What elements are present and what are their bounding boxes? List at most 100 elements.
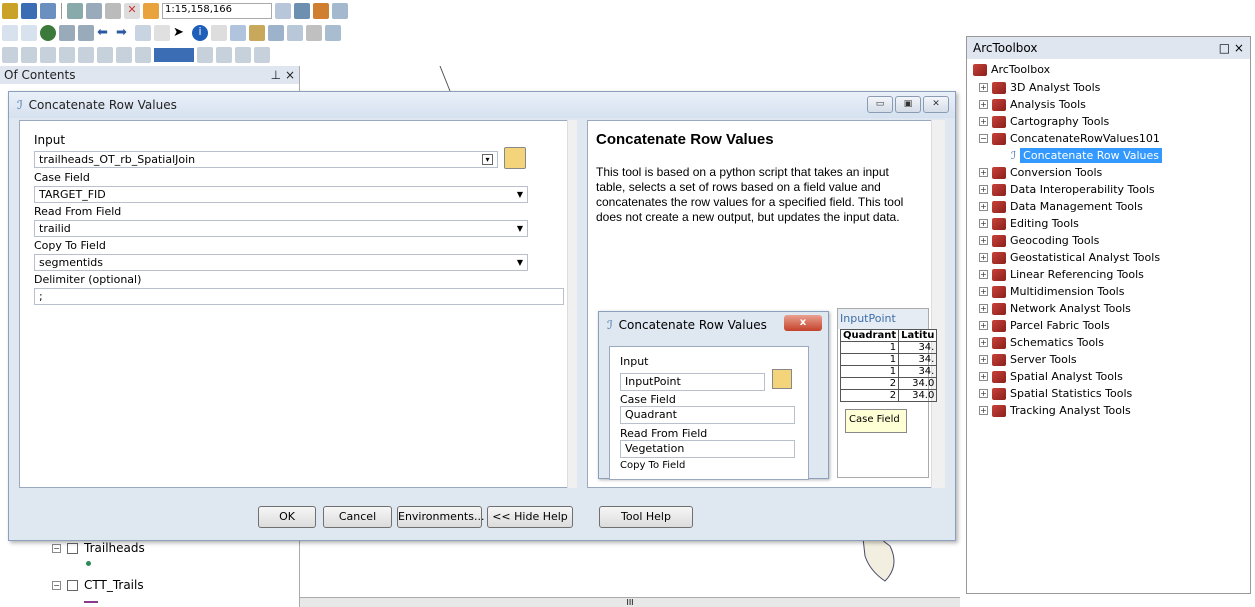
chevron-down-icon[interactable]: ▼ <box>517 221 523 236</box>
delete-icon[interactable]: ✕ <box>124 3 140 19</box>
collapse-icon[interactable]: − <box>52 580 61 590</box>
zoom-percent-box[interactable] <box>154 48 194 62</box>
toolbox-item[interactable]: + Editing Tools <box>979 217 1079 230</box>
select-features-icon[interactable] <box>135 25 151 41</box>
expand-icon[interactable]: + <box>979 338 988 347</box>
data-driven-pages-icon[interactable] <box>254 47 270 63</box>
pan-icon[interactable] <box>21 25 37 41</box>
browse-folder-icon[interactable] <box>504 147 526 169</box>
case-field-select[interactable]: TARGET_FID ▼ <box>34 186 528 203</box>
change-layout-icon[interactable] <box>235 47 251 63</box>
clear-selection-icon[interactable] <box>154 25 170 41</box>
fixed-zoom-in-layout-icon[interactable] <box>78 47 94 63</box>
go-back-extent-icon[interactable] <box>116 47 132 63</box>
expand-icon[interactable]: + <box>979 372 988 381</box>
expand-icon[interactable]: + <box>979 321 988 330</box>
fixed-zoom-out-icon[interactable] <box>78 25 94 41</box>
chevron-down-icon[interactable]: ▼ <box>517 187 523 202</box>
print-icon[interactable] <box>40 3 56 19</box>
expand-icon[interactable]: + <box>979 253 988 262</box>
pointer-icon[interactable]: ➤ <box>173 25 189 41</box>
save-icon[interactable] <box>21 3 37 19</box>
expand-icon[interactable]: + <box>979 236 988 245</box>
zoom-whole-page-icon[interactable] <box>40 47 56 63</box>
fixed-zoom-out-layout-icon[interactable] <box>97 47 113 63</box>
toolbox-icon[interactable] <box>313 3 329 19</box>
close-button[interactable]: ✕ <box>923 96 949 113</box>
viewer-icon[interactable] <box>325 25 341 41</box>
dropdown-arrow-icon[interactable]: ▾ <box>482 154 493 165</box>
toolbox-item[interactable]: + Server Tools <box>979 353 1077 366</box>
hide-help-button[interactable]: << Hide Help <box>487 506 573 528</box>
go-forward-extent-icon[interactable] <box>135 47 151 63</box>
toolbox-item[interactable]: + Schematics Tools <box>979 336 1104 349</box>
toolbox-item[interactable]: + Multidimension Tools <box>979 285 1124 298</box>
ok-button[interactable]: OK <box>258 506 316 528</box>
cancel-button[interactable]: Cancel <box>323 506 392 528</box>
expand-icon[interactable]: + <box>979 270 988 279</box>
toolbox-item[interactable]: +3D Analyst Tools <box>979 81 1100 94</box>
expand-icon[interactable]: + <box>979 168 988 177</box>
environments-button[interactable]: Environments... <box>397 506 484 528</box>
find-icon[interactable] <box>249 25 265 41</box>
help-scrollbar[interactable] <box>931 120 945 488</box>
editor-icon[interactable] <box>275 3 291 19</box>
toolbox-item[interactable]: + Analysis Tools <box>979 98 1086 111</box>
identify-icon[interactable]: i <box>192 25 208 41</box>
expand-icon[interactable]: + <box>979 185 988 194</box>
paste-icon[interactable] <box>105 3 121 19</box>
toolbox-item[interactable]: + Data Interoperability Tools <box>979 183 1155 196</box>
expand-icon[interactable]: + <box>979 389 988 398</box>
fixed-zoom-icon[interactable] <box>59 25 75 41</box>
toolbox-item[interactable]: + Geocoding Tools <box>979 234 1099 247</box>
collapse-icon[interactable]: − <box>52 543 61 553</box>
expand-icon[interactable]: + <box>979 117 988 126</box>
toc-pin-close[interactable]: ⊥ × <box>271 68 295 82</box>
expand-icon[interactable]: + <box>979 355 988 364</box>
collapse-icon[interactable]: − <box>979 134 988 143</box>
time-slider-icon[interactable] <box>306 25 322 41</box>
input-field[interactable]: trailheads_OT_rb_SpatialJoin ▾ <box>34 151 498 168</box>
arctoolbox-root[interactable]: ArcToolbox <box>973 63 1050 76</box>
layer-checkbox[interactable] <box>67 542 78 554</box>
layer-trailheads[interactable]: − Trailheads <box>52 541 145 555</box>
toolbox-item[interactable]: + Spatial Analyst Tools <box>979 370 1123 383</box>
expand-icon[interactable]: + <box>979 100 988 109</box>
scale-box[interactable]: 1:15,158,166 <box>162 3 272 19</box>
expand-icon[interactable]: + <box>979 202 988 211</box>
cut-icon[interactable] <box>67 3 83 19</box>
expand-icon[interactable]: + <box>979 83 988 92</box>
delimiter-input[interactable]: ; <box>34 288 564 305</box>
layout-zoom-icon[interactable] <box>2 47 18 63</box>
toolbox-item[interactable]: + Data Management Tools <box>979 200 1143 213</box>
full-extent-icon[interactable] <box>40 25 56 41</box>
minimize-button[interactable]: ▭ <box>867 96 893 113</box>
toolbox-item[interactable]: + Linear Referencing Tools <box>979 268 1144 281</box>
tool-help-button[interactable]: Tool Help <box>599 506 693 528</box>
params-scrollbar[interactable] <box>567 120 577 488</box>
layer-ctt-trails[interactable]: − CTT_Trails <box>52 578 144 592</box>
table-icon[interactable] <box>294 3 310 19</box>
toggle-draft-icon[interactable] <box>197 47 213 63</box>
zoom-100-icon[interactable] <box>59 47 75 63</box>
expand-icon[interactable]: + <box>979 406 988 415</box>
maximize-button[interactable]: ▣ <box>895 96 921 113</box>
focus-frame-icon[interactable] <box>216 47 232 63</box>
copy-icon[interactable] <box>86 3 102 19</box>
toolbox-item[interactable]: + Parcel Fabric Tools <box>979 319 1110 332</box>
html-popup-icon[interactable] <box>211 25 227 41</box>
add-data-icon[interactable] <box>143 3 159 19</box>
measure-icon[interactable] <box>230 25 246 41</box>
route-icon[interactable] <box>268 25 284 41</box>
zoom-in-icon[interactable] <box>2 25 18 41</box>
python-icon[interactable] <box>332 3 348 19</box>
toolbox-item[interactable]: + Tracking Analyst Tools <box>979 404 1131 417</box>
toolbox-item[interactable]: + Network Analyst Tools <box>979 302 1131 315</box>
toolbox-item[interactable]: + Spatial Statistics Tools <box>979 387 1132 400</box>
xy-icon[interactable] <box>287 25 303 41</box>
expand-icon[interactable]: + <box>979 304 988 313</box>
layer-checkbox[interactable] <box>67 579 78 591</box>
back-icon[interactable]: ⬅ <box>97 25 113 41</box>
toolbox-item[interactable]: + Geostatistical Analyst Tools <box>979 251 1160 264</box>
expand-icon[interactable]: + <box>979 287 988 296</box>
